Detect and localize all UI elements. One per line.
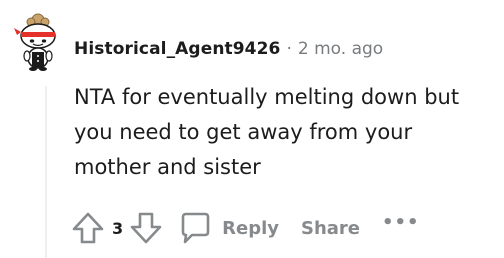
arrow-down-icon[interactable]: [128, 210, 164, 246]
share-button[interactable]: Share: [301, 218, 360, 239]
comment-body-line: NTA for eventually melting down but: [74, 85, 460, 109]
comment-header: Historical_Agent9426 · 2 mo. ago: [74, 36, 383, 62]
comment: Historical_Agent9426 · 2 mo. ago NTA for…: [0, 0, 504, 258]
snoo-avatar-icon[interactable]: [6, 10, 70, 74]
comment-actions: 3 Reply Share •••: [70, 208, 420, 248]
comment-body-line: mother and sister: [74, 155, 261, 179]
thread-line[interactable]: [45, 86, 47, 258]
reply-label: Reply: [222, 217, 279, 239]
comment-body: NTA for eventually melting down but you …: [74, 80, 500, 185]
comment-age[interactable]: 2 mo. ago: [298, 39, 383, 59]
author-username[interactable]: Historical_Agent9426: [74, 39, 280, 59]
comment-body-line: you need to get away from your: [74, 120, 413, 144]
speech-bubble-icon: [178, 211, 212, 245]
arrow-up-icon[interactable]: [70, 210, 106, 246]
reply-button[interactable]: Reply: [178, 211, 279, 245]
more-options-button[interactable]: •••: [382, 212, 420, 233]
vote-score: 3: [112, 218, 124, 238]
meta-separator: ·: [286, 39, 292, 59]
